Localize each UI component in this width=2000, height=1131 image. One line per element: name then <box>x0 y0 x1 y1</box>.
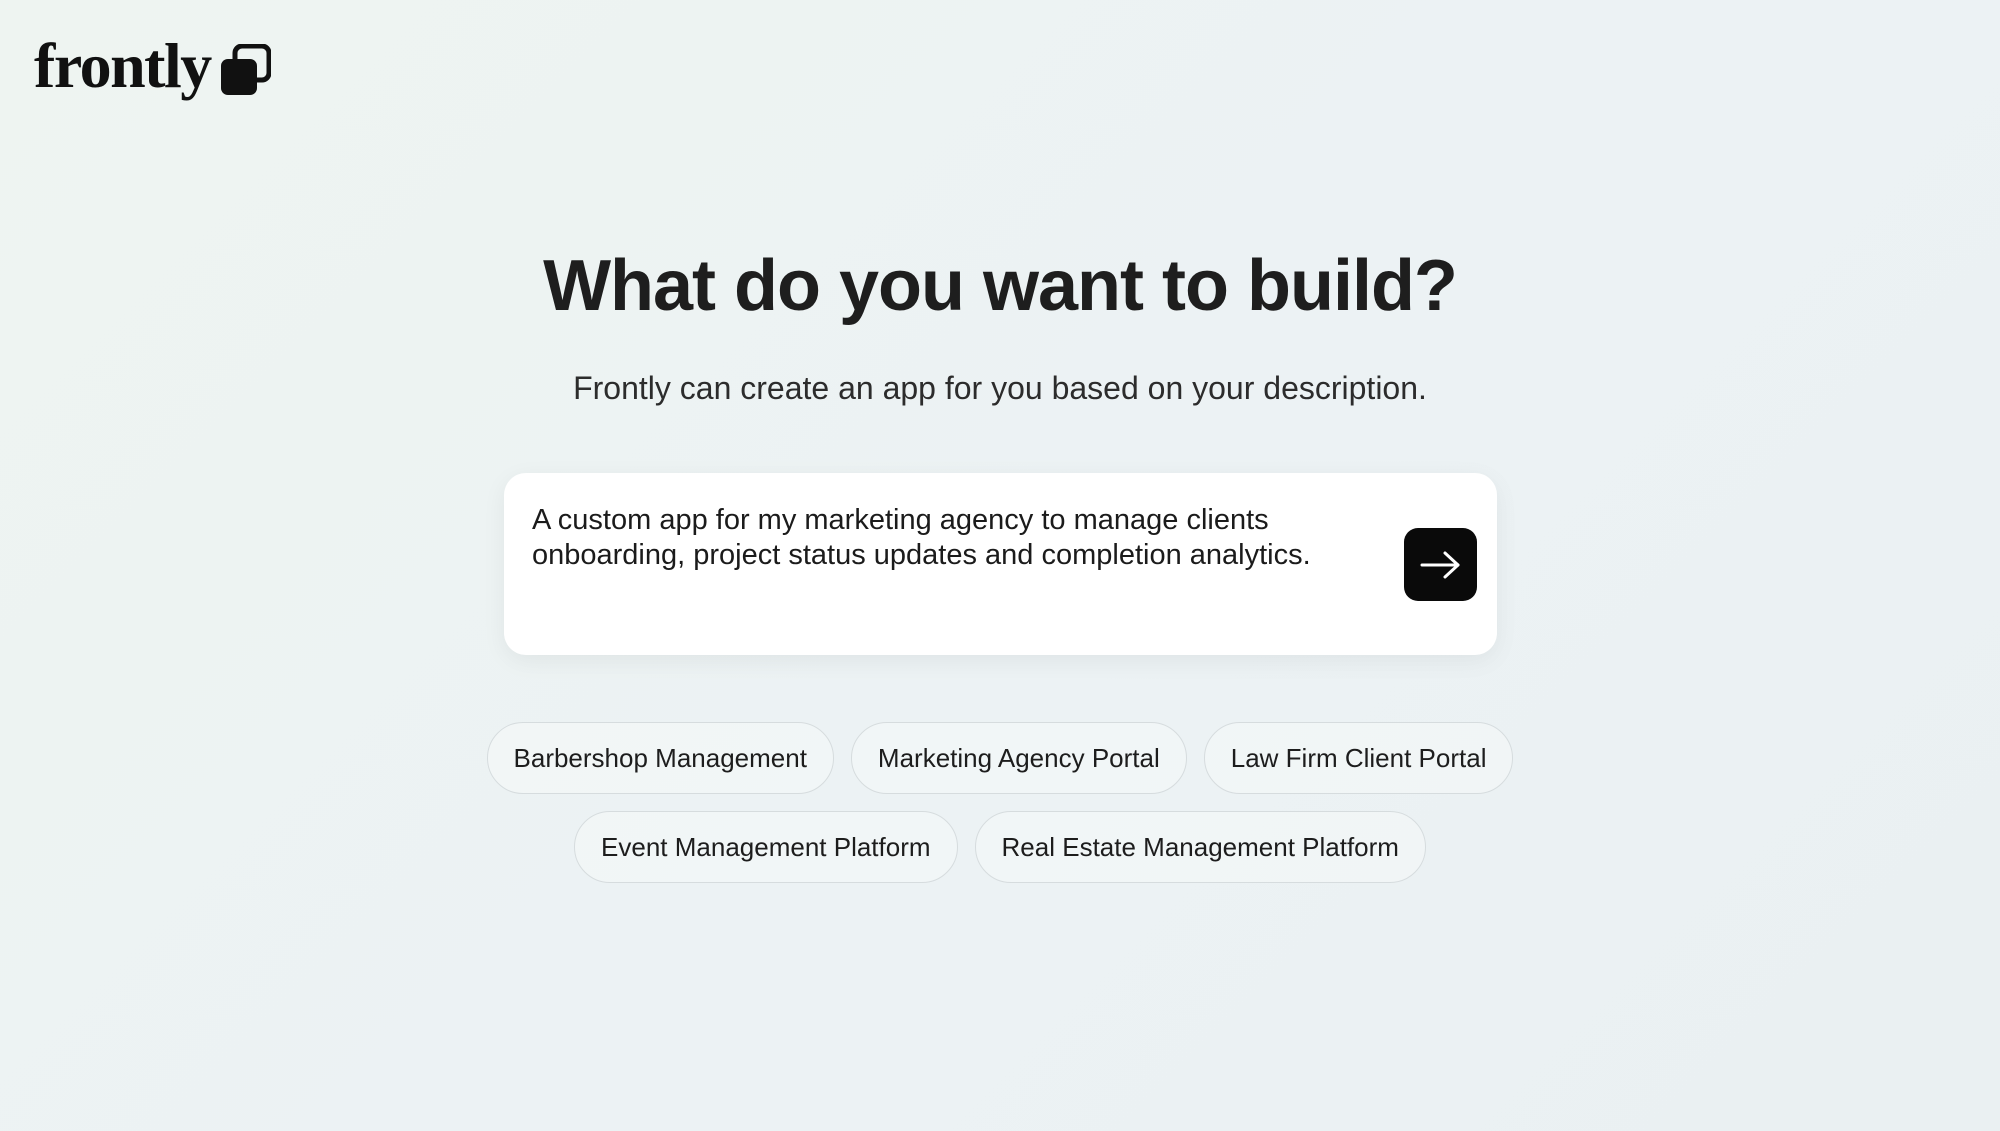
prompt-card: A custom app for my marketing agency to … <box>504 473 1497 655</box>
suggestion-chip-event-management-platform[interactable]: Event Management Platform <box>574 811 958 883</box>
submit-button[interactable] <box>1404 528 1477 601</box>
suggestion-chip-law-firm-client-portal[interactable]: Law Firm Client Portal <box>1203 722 1514 794</box>
suggestion-chips: Barbershop Management Marketing Agency P… <box>0 722 2000 900</box>
frontly-logo[interactable]: frontly <box>34 34 271 98</box>
suggestion-chip-barbershop-management[interactable]: Barbershop Management <box>486 722 834 794</box>
suggestion-chip-marketing-agency-portal[interactable]: Marketing Agency Portal <box>850 722 1187 794</box>
page-title: What do you want to build? <box>543 246 1458 326</box>
suggestion-row-2: Event Management Platform Real Estate Ma… <box>0 811 2000 883</box>
arrow-right-icon <box>1420 551 1459 578</box>
stacked-squares-icon <box>220 44 271 95</box>
page-subtitle: Frontly can create an app for you based … <box>573 370 1427 406</box>
app-description-input[interactable]: A custom app for my marketing agency to … <box>532 503 1382 623</box>
suggestion-row-1: Barbershop Management Marketing Agency P… <box>0 722 2000 794</box>
suggestion-chip-real-estate-management-platform[interactable]: Real Estate Management Platform <box>974 811 1426 883</box>
logo-wordmark: frontly <box>34 30 212 101</box>
